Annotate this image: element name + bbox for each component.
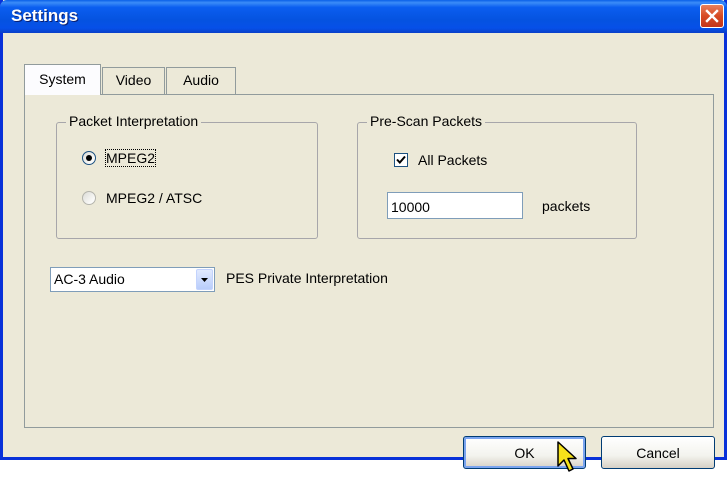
mpeg2-label[interactable]: MPEG2 (104, 149, 157, 167)
radio-selected-dot (86, 155, 92, 161)
tab-system[interactable]: System (24, 64, 101, 95)
pes-interpretation-label: PES Private Interpretation (226, 270, 388, 286)
close-icon (705, 9, 719, 23)
all-packets-checkbox[interactable] (394, 153, 408, 167)
tab-panel-system: Packet Interpretation MPEG2 MPEG2 / ATSC… (24, 94, 714, 428)
pointer-cursor-icon (557, 441, 577, 472)
packets-unit-label: packets (542, 198, 591, 214)
tab-audio-label: Audio (183, 72, 219, 88)
packet-interpretation-label: Packet Interpretation (66, 113, 202, 129)
prescan-packets-label: Pre-Scan Packets (367, 113, 486, 129)
all-packets-label[interactable]: All Packets (418, 152, 487, 168)
tab-video[interactable]: Video (102, 67, 165, 94)
cancel-button-label: Cancel (636, 445, 680, 461)
title-bar[interactable]: Settings (0, 0, 727, 33)
tab-audio[interactable]: Audio (166, 67, 236, 94)
mpeg2-atsc-radio[interactable] (82, 191, 96, 205)
window-title: Settings (11, 6, 79, 25)
dropdown-button[interactable] (196, 269, 213, 290)
cancel-button[interactable]: Cancel (601, 436, 715, 469)
pes-selected-value: AC-3 Audio (54, 271, 125, 287)
pes-interpretation-select[interactable]: AC-3 Audio (50, 267, 215, 292)
tab-video-label: Video (115, 72, 152, 88)
chevron-down-icon (201, 278, 208, 282)
ok-button-label: OK (514, 445, 535, 461)
mpeg2-radio[interactable] (82, 151, 96, 165)
packet-count-input[interactable] (387, 192, 523, 219)
close-button[interactable] (700, 4, 724, 28)
prescan-packets-group: Pre-Scan Packets All Packets packets (357, 113, 637, 239)
packet-interpretation-group: Packet Interpretation MPEG2 MPEG2 / ATSC (56, 113, 318, 239)
checkmark-icon (396, 155, 406, 164)
mpeg2-atsc-label[interactable]: MPEG2 / ATSC (106, 190, 202, 206)
tab-system-label: System (39, 71, 86, 87)
